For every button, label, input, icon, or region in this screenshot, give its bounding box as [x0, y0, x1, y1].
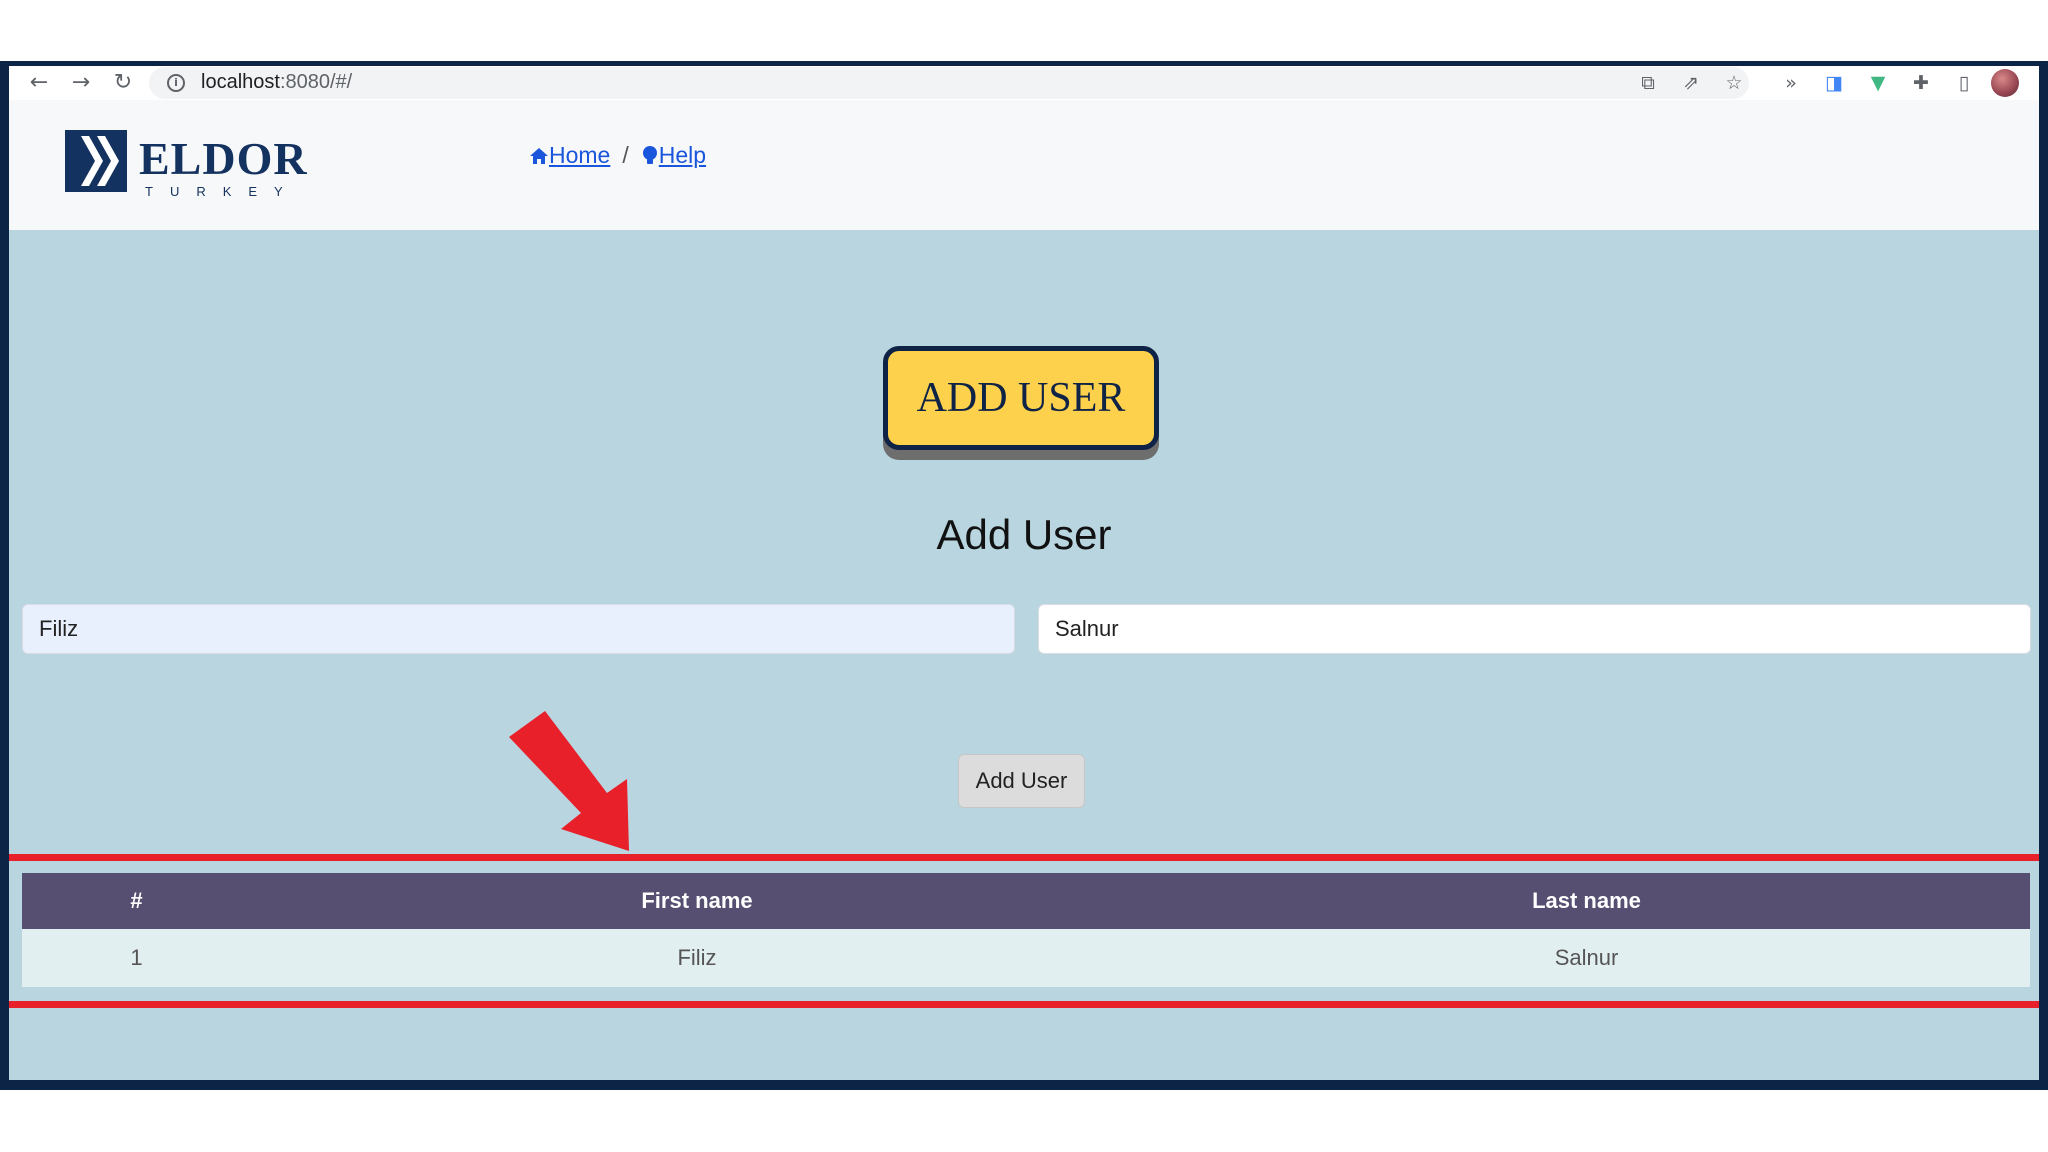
red-arrow-icon	[509, 711, 629, 851]
highlight-line-top	[9, 854, 2039, 861]
breadcrumb-home-label: Home	[549, 142, 611, 168]
form-title: Add User	[936, 511, 1112, 558]
cell-last-name: Salnur	[1143, 929, 2030, 987]
app-header: ELDOR TURKEY Home / Help	[9, 100, 2039, 230]
forward-icon[interactable]: →	[67, 69, 95, 97]
browser-window: ← → ↻ i localhost:8080/#/ ⧉ ⇗ ☆ » ◨ ▼ ✚ …	[9, 66, 2039, 1080]
table-header-row: # First name Last name	[22, 873, 2030, 929]
cell-index: 1	[22, 929, 251, 987]
browser-toolbar: ← → ↻ i localhost:8080/#/ ⧉ ⇗ ☆ » ◨ ▼ ✚ …	[9, 66, 2039, 100]
translate-icon[interactable]: ⧉	[1636, 71, 1660, 95]
eldor-logo[interactable]: ELDOR TURKEY	[65, 128, 307, 200]
address-bar[interactable]: i localhost:8080/#/	[149, 67, 1749, 99]
extension-chevrons-icon[interactable]: »	[1779, 71, 1803, 95]
eldor-logo-mark-icon	[65, 130, 127, 192]
breadcrumb-home-link[interactable]: Home	[529, 142, 610, 169]
reload-icon[interactable]: ↻	[109, 69, 137, 97]
highlight-line-bottom	[9, 1001, 2039, 1008]
back-icon[interactable]: ←	[25, 69, 53, 97]
breadcrumb: Home / Help	[529, 142, 706, 169]
logo-wordmark: ELDOR	[139, 133, 308, 184]
breadcrumb-help-link[interactable]: Help	[641, 142, 706, 169]
breadcrumb-help-label: Help	[658, 142, 707, 168]
home-icon	[530, 147, 548, 164]
bookmark-star-icon[interactable]: ☆	[1722, 71, 1746, 95]
profile-avatar[interactable]	[1991, 69, 2019, 97]
cell-first-name: Filiz	[251, 929, 1143, 987]
logo-subtitle: TURKEY	[145, 184, 300, 199]
last-name-input[interactable]	[1038, 604, 2031, 654]
extensions-puzzle-icon[interactable]: ✚	[1909, 71, 1933, 95]
table-row: 1 Filiz Salnur	[22, 929, 2030, 987]
vue-devtools-icon[interactable]: ▼	[1866, 71, 1890, 95]
column-header-first-name: First name	[251, 873, 1143, 929]
add-user-hero-button[interactable]: ADD USER	[883, 346, 1159, 450]
site-info-icon[interactable]: i	[167, 74, 185, 92]
url-text: localhost:8080/#/	[201, 71, 353, 93]
google-translate-extension-icon[interactable]: ◨	[1822, 71, 1846, 95]
column-header-last-name: Last name	[1143, 873, 2030, 929]
users-table: # First name Last name 1 Filiz Salnur	[22, 873, 2030, 987]
column-header-index: #	[22, 873, 251, 929]
breadcrumb-separator: /	[622, 142, 629, 168]
first-name-input[interactable]	[22, 604, 1015, 654]
add-user-submit-button[interactable]: Add User	[958, 754, 1085, 808]
share-icon[interactable]: ⇗	[1679, 71, 1703, 95]
lightbulb-icon	[642, 145, 657, 164]
side-panel-icon[interactable]: ▯	[1952, 71, 1976, 95]
